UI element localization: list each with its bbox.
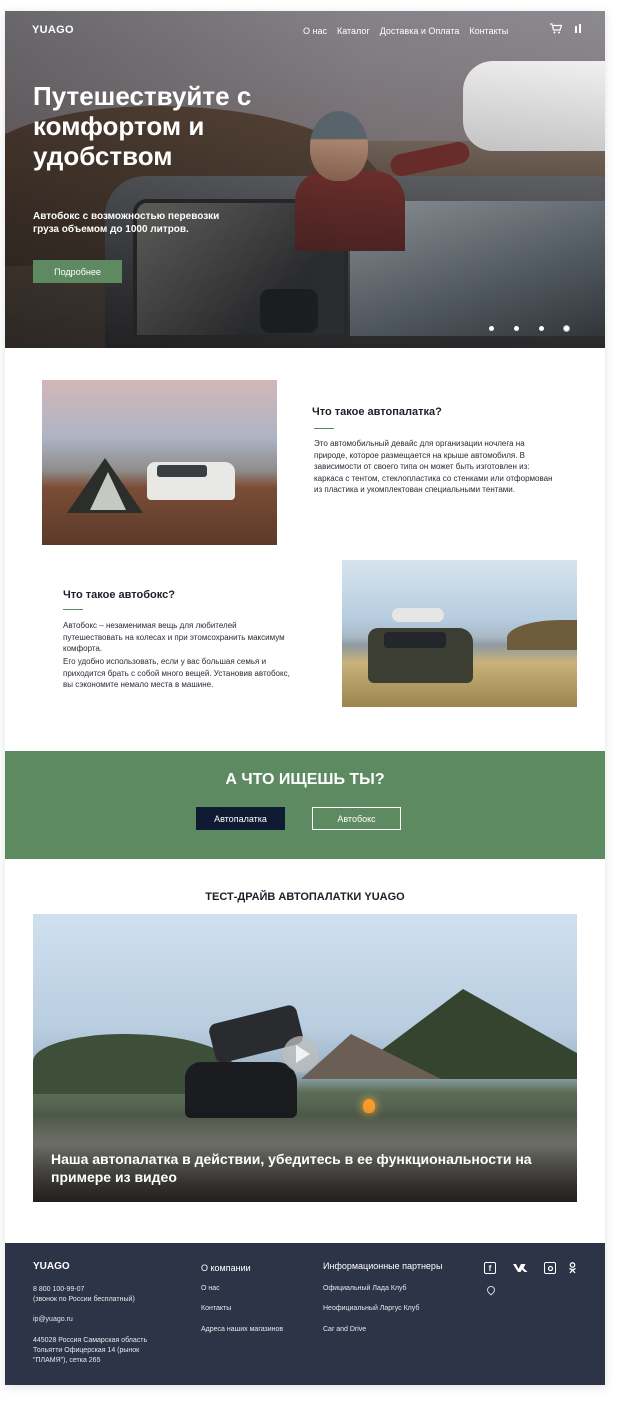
box-section-text-1: Автобокс – незаменимая вещь для любителе…	[63, 621, 285, 653]
odnoklassniki-icon[interactable]	[566, 1262, 578, 1274]
nav-item-contacts[interactable]: Контакты	[469, 26, 508, 36]
footer-logo[interactable]: YUAGO	[33, 1261, 70, 1272]
video-player[interactable]: Наша автопалатка в действии, убедитесь в…	[33, 914, 577, 1202]
footer-link-largus[interactable]: Неофициальный Ларгус Клуб	[323, 1305, 419, 1312]
suv-window	[157, 465, 207, 477]
tent-section-divider	[314, 428, 334, 429]
roof-box-shape	[392, 608, 444, 622]
top-nav: YUAGO О нас Каталог Доставка и Оплата Ко…	[5, 11, 605, 51]
nav-icons	[550, 23, 583, 37]
footer-company-title: О компании	[201, 1263, 251, 1273]
island-shape	[507, 620, 577, 650]
autobox-button[interactable]: Автобокс	[312, 807, 401, 830]
more-button[interactable]: Подробнее	[33, 260, 122, 283]
footer-link-car-and-drive[interactable]: Car and Drive	[323, 1326, 366, 1333]
footer-phone-note: (звонок по России бесплатный)	[33, 1296, 135, 1303]
autobox-photo	[342, 560, 577, 707]
nav-item-about[interactable]: О нас	[303, 26, 327, 36]
video-caption: Наша автопалатка в действии, убедитесь в…	[51, 1151, 532, 1185]
footer-link-lada[interactable]: Официальный Лада Клуб	[323, 1285, 407, 1292]
play-icon[interactable]	[283, 1036, 319, 1072]
logo[interactable]: YUAGO	[32, 24, 74, 36]
slider-dot-2[interactable]	[514, 326, 519, 331]
page: YUAGO О нас Каталог Доставка и Оплата Ко…	[5, 11, 605, 1385]
nav-links: О нас Каталог Доставка и Оплата Контакты	[303, 26, 508, 36]
footer-phone[interactable]: 8 800 100-99-07	[33, 1285, 84, 1295]
nav-item-delivery[interactable]: Доставка и Оплата	[380, 26, 460, 36]
tent-button[interactable]: Автопалатка	[196, 807, 285, 830]
footer-link-contacts[interactable]: Контакты	[201, 1305, 231, 1312]
suv-window	[384, 632, 446, 648]
box-section-text-2: Его удобно использовать, если у вас боль…	[63, 657, 290, 689]
tent-section-text: Это автомобильный девайс для организации…	[314, 439, 553, 494]
location-pin-icon[interactable]	[485, 1284, 497, 1296]
hero-shade	[5, 11, 605, 348]
tent-section-title: Что такое автопалатка?	[312, 406, 442, 418]
hero-subtitle: Автобокс с возможностью перевозки груза …	[33, 211, 220, 235]
slider-dot-3[interactable]	[539, 326, 544, 331]
footer: YUAGO 8 800 100-99-07 (звонок по России …	[5, 1243, 605, 1385]
slider-dot-4[interactable]	[564, 326, 569, 331]
tent-highlight	[90, 472, 126, 510]
cart-icon[interactable]	[550, 23, 563, 37]
hero-banner: YUAGO О нас Каталог Доставка и Оплата Ко…	[5, 11, 605, 348]
nav-item-catalog[interactable]: Каталог	[337, 26, 370, 36]
choice-banner: А ЧТО ИЩЕШЬ ТЫ? Автопалатка Автобокс	[5, 751, 605, 859]
facebook-icon[interactable]: f	[484, 1262, 496, 1274]
footer-link-stores[interactable]: Адреса наших магазинов	[201, 1326, 283, 1333]
box-section-title: Что такое автобокс?	[63, 589, 175, 601]
footer-link-about[interactable]: О нас	[201, 1285, 220, 1292]
slider-dot-1[interactable]	[489, 326, 494, 331]
choice-banner-title: А ЧТО ИЩЕШЬ ТЫ?	[225, 771, 385, 788]
play-triangle	[296, 1045, 310, 1063]
hero-title: Путешествуйте с комфортом и удобством	[33, 81, 252, 171]
box-section-divider	[63, 609, 83, 610]
bar-icon[interactable]	[575, 24, 583, 36]
footer-address: 445028 Россия Самарская область Тольятти…	[33, 1337, 148, 1364]
slider-dots	[489, 326, 569, 331]
video-section-title: ТЕСТ-ДРАЙВ АВТОПАЛАТКИ YUAGO	[205, 891, 405, 903]
footer-partners-title: Информационные партнеры	[323, 1261, 443, 1271]
footer-email[interactable]: ip@yuago.ru	[33, 1315, 73, 1325]
vk-icon[interactable]	[512, 1262, 530, 1274]
instagram-icon[interactable]	[544, 1262, 556, 1274]
video-awning	[301, 1034, 441, 1079]
tent-photo	[42, 380, 277, 545]
